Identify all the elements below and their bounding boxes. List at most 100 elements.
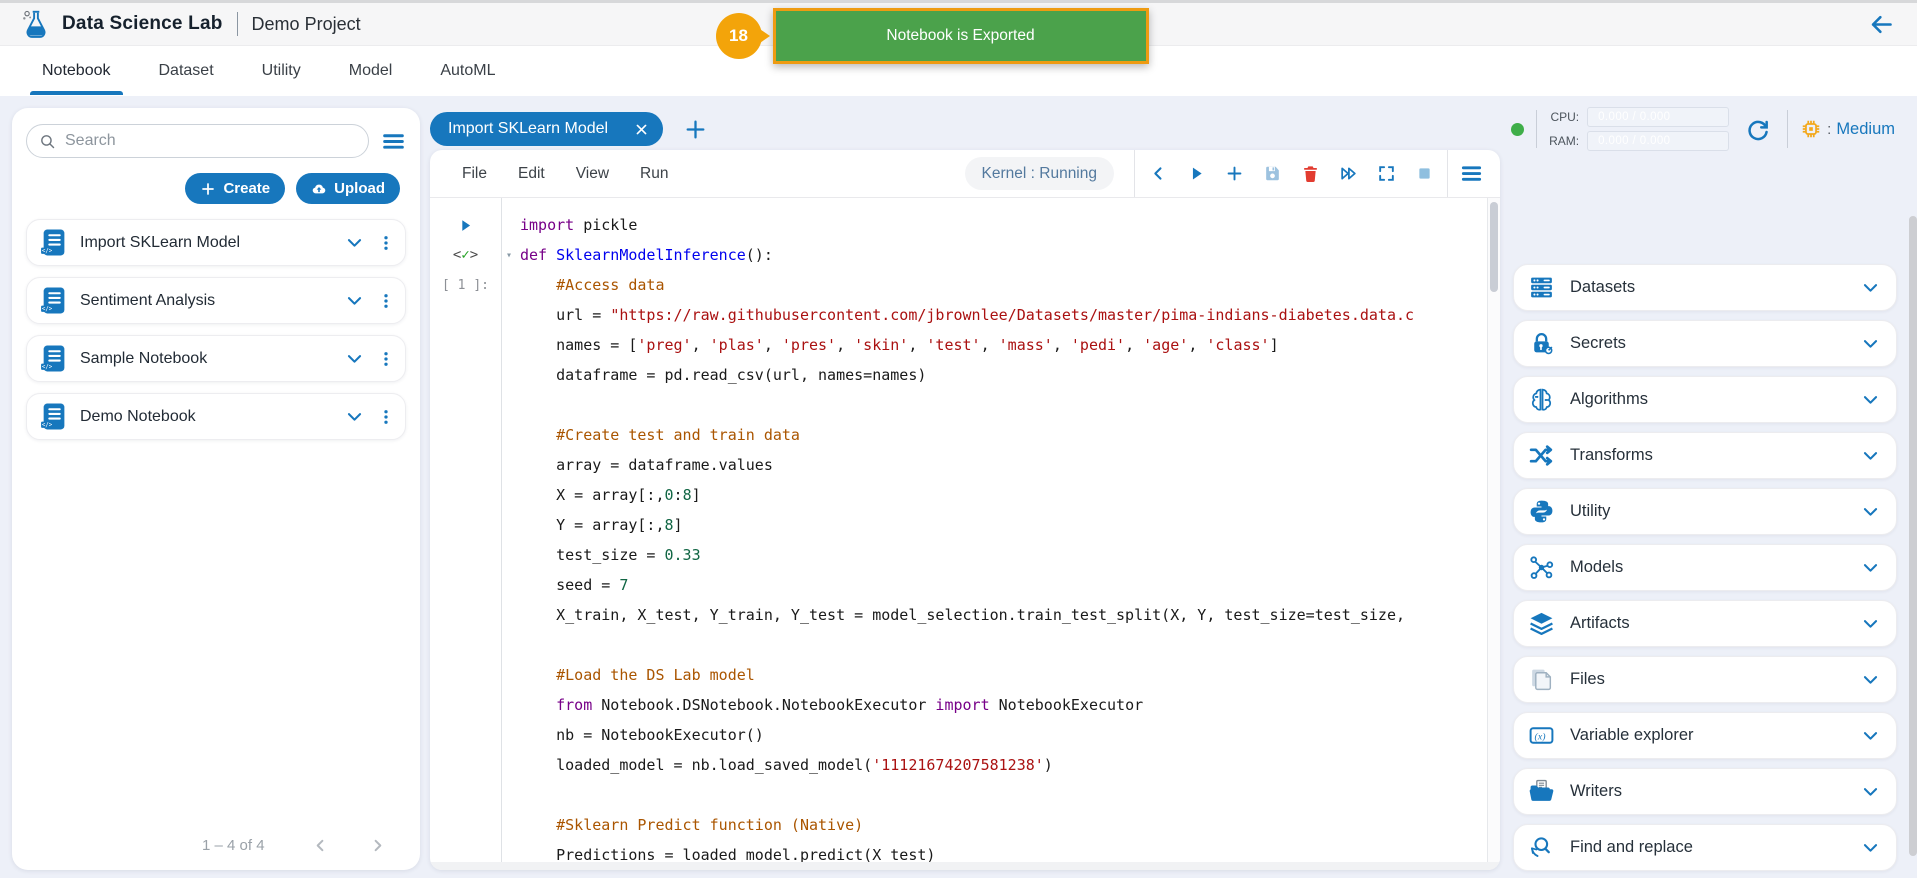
notebook-editor-card: File Edit View Run Kernel : Running < ✓ > [ 1… — [430, 150, 1500, 870]
notebook-icon: </> — [40, 344, 67, 373]
run-cell-icon[interactable] — [1177, 156, 1215, 192]
run-cell-gutter-icon[interactable] — [457, 217, 474, 234]
kebab-menu-icon[interactable] — [377, 292, 395, 310]
delete-icon[interactable] — [1291, 156, 1329, 192]
panel-item-artifacts[interactable]: Artifacts — [1513, 600, 1897, 647]
code-editor: < ✓ > [ 1 ]: import pickle ▾ def SklearnMode… — [430, 198, 1500, 862]
panel-item-models[interactable]: Models — [1513, 544, 1897, 591]
chevron-down-icon[interactable] — [1861, 390, 1880, 409]
top-bar: Data Science Lab Demo Project 18 Noteboo… — [0, 0, 1917, 64]
code-line: from Notebook.DSNotebook.NotebookExecuto… — [556, 696, 1144, 714]
panel-item-transforms[interactable]: Transforms — [1513, 432, 1897, 479]
utility-icon — [1528, 498, 1555, 525]
chevron-down-icon[interactable] — [1861, 558, 1880, 577]
menu-file[interactable]: File — [460, 161, 489, 187]
stop-icon[interactable] — [1405, 156, 1443, 192]
panel-item-secrets[interactable]: Secrets — [1513, 320, 1897, 367]
chevron-left-icon[interactable] — [1139, 156, 1177, 192]
notebook-tab[interactable]: Import SKLearn Model — [430, 112, 664, 146]
kernel-status-pill: Kernel : Running — [964, 157, 1114, 190]
tab-automl[interactable]: AutoML — [438, 47, 497, 95]
chevron-down-icon[interactable] — [1861, 278, 1880, 297]
panel-item-utility[interactable]: Utility — [1513, 488, 1897, 535]
search-input[interactable] — [65, 132, 356, 150]
models-icon — [1528, 554, 1555, 581]
sidebar-menu-icon[interactable] — [381, 129, 406, 154]
panel-item-algorithms[interactable]: Algorithms — [1513, 376, 1897, 423]
notebook-list-item[interactable]: </> Sentiment Analysis — [26, 277, 406, 324]
menu-edit[interactable]: Edit — [516, 161, 547, 187]
tab-notebook[interactable]: Notebook — [30, 47, 122, 95]
menu-run[interactable]: Run — [638, 161, 670, 187]
code-line: X_train, X_test, Y_train, Y_test = model… — [520, 606, 1406, 624]
editor-scrollbar-thumb[interactable] — [1490, 202, 1498, 292]
cpu-value: 0.000 / 0.000 — [1587, 107, 1730, 127]
add-cell-icon[interactable] — [1215, 156, 1253, 192]
run-all-icon[interactable] — [1329, 156, 1367, 192]
notebook-list-item[interactable]: </> Import SKLearn Model — [26, 219, 406, 266]
editor-hscrollbar[interactable] — [430, 862, 1500, 870]
chevron-down-icon[interactable] — [1861, 614, 1880, 633]
pagination-next-icon[interactable] — [370, 838, 385, 853]
files-icon — [1528, 666, 1555, 693]
save-icon[interactable] — [1253, 156, 1291, 192]
refresh-icon[interactable] — [1745, 116, 1771, 142]
fullscreen-icon[interactable] — [1367, 156, 1405, 192]
editor-menu-icon[interactable] — [1452, 156, 1490, 192]
divider — [1134, 150, 1135, 197]
chevron-down-icon[interactable] — [345, 233, 364, 252]
upload-button[interactable]: Upload — [296, 173, 400, 204]
chevron-down-icon[interactable] — [1861, 726, 1880, 745]
menu-view[interactable]: View — [574, 161, 611, 187]
notebook-list-item[interactable]: </> Sample Notebook — [26, 335, 406, 382]
chevron-down-icon[interactable] — [1861, 782, 1880, 801]
notebook-list-item[interactable]: </> Demo Notebook — [26, 393, 406, 440]
panel-item-writers[interactable]: Writers — [1513, 768, 1897, 815]
search-box[interactable] — [26, 124, 369, 158]
chevron-down-icon[interactable] — [1861, 838, 1880, 857]
chevron-down-icon[interactable] — [1861, 502, 1880, 521]
chevron-down-icon[interactable] — [345, 349, 364, 368]
back-arrow-icon[interactable] — [1868, 11, 1895, 38]
step-badge: 18 — [715, 13, 771, 59]
chevron-down-icon[interactable] — [345, 407, 364, 426]
panel-item-label: Utility — [1570, 502, 1611, 520]
chevron-down-icon[interactable] — [1861, 446, 1880, 465]
panel-item-files[interactable]: Files — [1513, 656, 1897, 703]
datasets-icon — [1528, 274, 1555, 301]
svg-text:</>: </> — [42, 423, 53, 429]
panel-item-variable-explorer[interactable]: (x) Variable explorer — [1513, 712, 1897, 759]
code-area[interactable]: import pickle ▾ def SklearnModelInference(… — [502, 198, 1487, 862]
toast-notification: 18 Notebook is Exported — [715, 8, 1149, 64]
divider — [1787, 110, 1789, 148]
pagination-prev-icon[interactable] — [313, 838, 328, 853]
algorithms-icon — [1528, 386, 1555, 413]
panel-item-datasets[interactable]: Datasets — [1513, 264, 1897, 311]
kebab-menu-icon[interactable] — [377, 408, 395, 426]
create-button[interactable]: Create — [185, 173, 286, 204]
panel-item-find-and-replace[interactable]: Find and replace — [1513, 824, 1897, 871]
kebab-menu-icon[interactable] — [377, 350, 395, 368]
cloud-upload-icon — [311, 181, 327, 197]
secrets-icon — [1528, 330, 1555, 357]
code-line: #Access data — [520, 276, 665, 294]
transforms-icon — [1528, 442, 1555, 469]
tab-utility[interactable]: Utility — [260, 47, 303, 95]
variable-explorer-icon: (x) — [1528, 722, 1555, 749]
tab-model[interactable]: Model — [347, 47, 395, 95]
page-scrollbar-thumb[interactable] — [1909, 216, 1917, 856]
instance-selector[interactable]: : Medium — [1800, 118, 1897, 140]
app-logo-flask-icon — [20, 7, 52, 41]
tab-dataset[interactable]: Dataset — [157, 47, 216, 95]
notebook-item-label: Sentiment Analysis — [80, 291, 216, 309]
new-tab-icon[interactable] — [683, 117, 708, 142]
chevron-down-icon[interactable] — [345, 291, 364, 310]
instance-separator: : — [1827, 120, 1832, 138]
cpu-chip-icon — [1800, 118, 1822, 140]
close-tab-icon[interactable] — [634, 122, 649, 137]
notebook-item-label: Demo Notebook — [80, 407, 196, 425]
chevron-down-icon[interactable] — [1861, 334, 1880, 353]
chevron-down-icon[interactable] — [1861, 670, 1880, 689]
kebab-menu-icon[interactable] — [377, 234, 395, 252]
